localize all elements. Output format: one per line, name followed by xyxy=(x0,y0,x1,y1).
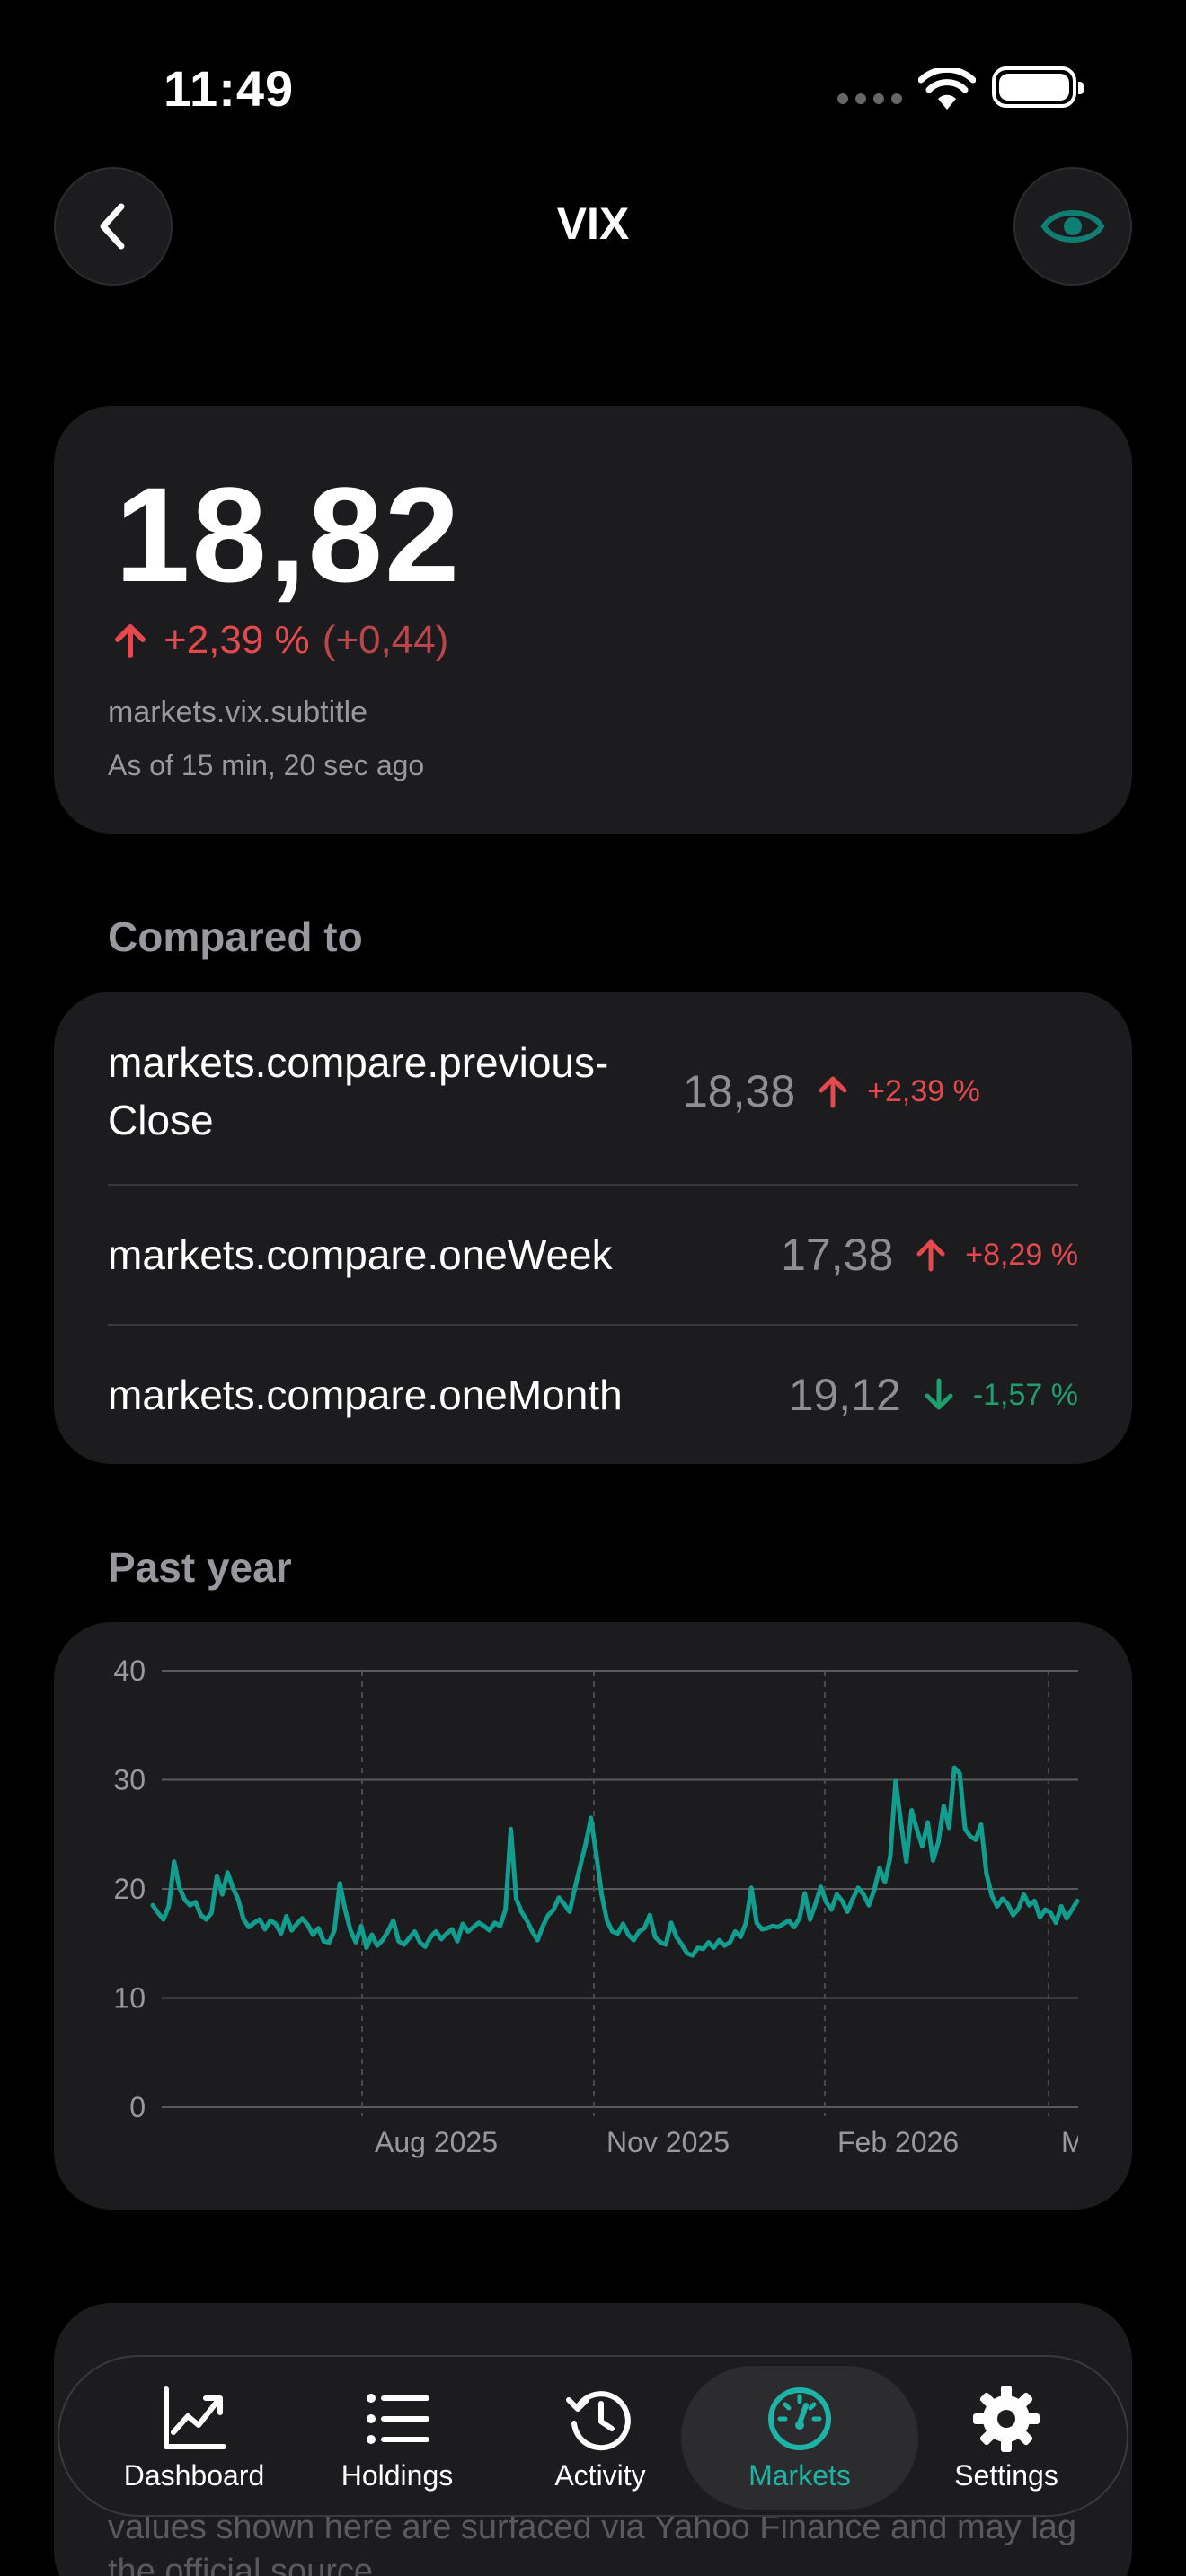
change-absolute: (+0,44) xyxy=(322,618,449,662)
tab-markets[interactable]: Markets xyxy=(681,2366,918,2510)
compare-section-title: Compared to xyxy=(108,913,363,960)
compare-row-previous-close: markets.compare.previous-Close 18,38 +2,… xyxy=(108,1033,1078,1150)
tab-label: Settings xyxy=(954,2458,1058,2492)
past-year-chart: 0 10 20 30 40 Aug 2025 Nov 2025 Feb 2026 M xyxy=(113,1654,1085,2158)
arrow-down-icon xyxy=(925,1378,953,1410)
compare-label: markets.compare.previous-Close xyxy=(108,1038,609,1143)
status-bar: 11:49 xyxy=(0,0,1186,171)
price-change-row: +2,39 % (+0,44) xyxy=(110,618,448,663)
gear-icon xyxy=(973,2385,1040,2452)
y-tick-label: 40 xyxy=(113,1654,146,1687)
compare-change: +2,39 % xyxy=(867,1073,980,1108)
past-year-chart-card: 0 10 20 30 40 Aug 2025 Nov 2025 Feb 2026 M xyxy=(54,1622,1132,2210)
x-tick-label: Feb 2026 xyxy=(837,2126,959,2158)
chart-line-icon xyxy=(164,2386,226,2449)
compare-value: 18,38 xyxy=(683,1066,796,1116)
quote-card: 18,82 +2,39 % (+0,44) markets.vix.subtit… xyxy=(54,406,1132,834)
x-tick-label: Aug 2025 xyxy=(375,2126,498,2158)
compare-change: -1,57 % xyxy=(972,1377,1078,1412)
tab-holdings[interactable]: Holdings xyxy=(295,2357,500,2519)
compare-row-one-month: markets.compare.oneMonth 19,12 -1,57 % xyxy=(108,1326,1078,1464)
quote-timestamp: As of 15 min, 20 sec ago xyxy=(108,749,425,781)
page-title: VIX xyxy=(556,198,630,249)
compare-card: markets.compare.previous-Close 18,38 +2,… xyxy=(54,992,1132,1464)
arrow-up-icon xyxy=(916,1239,945,1272)
y-tick-label: 20 xyxy=(113,1873,146,1905)
x-tick-label: Nov 2025 xyxy=(606,2126,730,2158)
compare-value: 19,12 xyxy=(788,1370,901,1420)
tab-activity[interactable]: Activity xyxy=(498,2357,703,2519)
y-tick-label: 30 xyxy=(113,1764,146,1796)
gauge-icon xyxy=(768,2386,831,2450)
tab-label: Holdings xyxy=(341,2458,454,2492)
compare-value: 17,38 xyxy=(781,1230,894,1280)
battery-icon xyxy=(992,66,1084,108)
compare-row-one-week: markets.compare.oneWeek 17,38 +8,29 % xyxy=(108,1186,1078,1324)
arrow-up-icon xyxy=(115,624,146,658)
tab-settings[interactable]: Settings xyxy=(904,2357,1109,2519)
tab-bar: Dashboard Holdings Activity Markets Sett… xyxy=(58,2355,1128,2517)
x-tick-label: M xyxy=(1061,2126,1085,2158)
history-icon xyxy=(566,2390,631,2450)
watch-button[interactable] xyxy=(1013,167,1132,286)
y-tick-label: 10 xyxy=(113,1982,146,2015)
tab-dashboard[interactable]: Dashboard xyxy=(92,2357,296,2519)
change-percent: +2,39 % xyxy=(164,618,310,662)
series-line xyxy=(150,1765,1080,1958)
compare-label: markets.compare.oneWeek xyxy=(108,1231,613,1278)
past-year-section-title: Past year xyxy=(108,1544,292,1591)
wifi-icon xyxy=(918,68,976,110)
cellular-signal-icon xyxy=(837,93,902,104)
compare-change: +8,29 % xyxy=(965,1237,1078,1272)
tab-label: Markets xyxy=(748,2458,851,2492)
tab-label: Activity xyxy=(554,2458,646,2492)
arrow-up-icon xyxy=(819,1076,847,1108)
y-tick-label: 0 xyxy=(129,2091,146,2123)
quote-subtitle: markets.vix.subtitle xyxy=(108,695,368,729)
list-icon xyxy=(367,2393,429,2444)
current-price: 18,82 xyxy=(115,459,462,610)
tab-label: Dashboard xyxy=(123,2458,265,2492)
eye-icon xyxy=(1040,210,1105,243)
compare-label: markets.compare.oneMonth xyxy=(108,1371,623,1418)
status-time: 11:49 xyxy=(164,60,295,117)
